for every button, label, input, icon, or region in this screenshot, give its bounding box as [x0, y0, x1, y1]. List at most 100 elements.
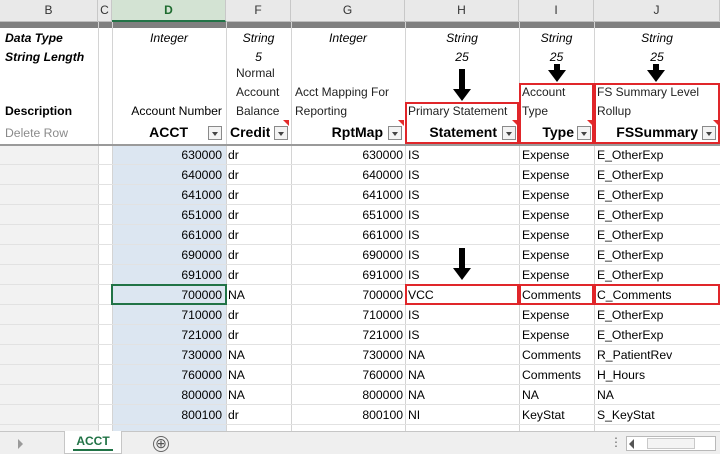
- credit-cell[interactable]: dr: [228, 205, 288, 225]
- acct-cell[interactable]: 630000: [112, 145, 222, 165]
- fssummary-cell[interactable]: E_OtherExp: [597, 265, 717, 285]
- rptmap-cell[interactable]: 760000: [291, 365, 403, 385]
- statement-cell[interactable]: NA: [408, 365, 516, 385]
- type-cell[interactable]: KeyStat: [522, 405, 592, 425]
- column-header-c[interactable]: C: [98, 0, 112, 22]
- tab-scroll-left-icon[interactable]: [18, 439, 23, 449]
- rptmap-cell[interactable]: 700000: [291, 285, 403, 305]
- fssummary-cell[interactable]: E_OtherExp: [597, 245, 717, 265]
- fssummary-cell[interactable]: S_KeyStat: [597, 405, 717, 425]
- acct-cell[interactable]: 640000: [112, 165, 222, 185]
- rptmap-cell[interactable]: 721000: [291, 325, 403, 345]
- column-header-d[interactable]: D: [112, 0, 226, 22]
- rptmap-cell[interactable]: 640000: [291, 165, 403, 185]
- credit-cell[interactable]: dr: [228, 245, 288, 265]
- credit-cell[interactable]: dr: [228, 225, 288, 245]
- statement-cell[interactable]: IS: [408, 305, 516, 325]
- column-header-g[interactable]: G: [291, 0, 405, 22]
- rptmap-filter-dropdown-icon[interactable]: [388, 126, 402, 140]
- scroll-left-icon[interactable]: [629, 439, 634, 449]
- credit-cell[interactable]: dr: [228, 165, 288, 185]
- statement-cell[interactable]: NI: [408, 405, 516, 425]
- acct-cell[interactable]: 730000: [112, 345, 222, 365]
- rptmap-cell[interactable]: 730000: [291, 345, 403, 365]
- statement-cell[interactable]: NA: [408, 345, 516, 365]
- type-cell[interactable]: Expense: [522, 185, 592, 205]
- credit-cell[interactable]: NA: [228, 385, 288, 405]
- credit-cell[interactable]: dr: [228, 265, 288, 285]
- type-cell[interactable]: Expense: [522, 165, 592, 185]
- statement-cell[interactable]: IS: [408, 225, 516, 245]
- fssummary-cell[interactable]: E_OtherExp: [597, 305, 717, 325]
- more-options-icon[interactable]: ⋮: [610, 435, 622, 449]
- type-cell[interactable]: Comments: [522, 365, 592, 385]
- rptmap-cell[interactable]: 630000: [291, 145, 403, 165]
- fssummary-cell[interactable]: E_OtherExp: [597, 165, 717, 185]
- type-cell[interactable]: NA: [522, 385, 592, 405]
- acct-cell[interactable]: 651000: [112, 205, 222, 225]
- fssummary-cell[interactable]: E_OtherExp: [597, 185, 717, 205]
- rptmap-cell[interactable]: 800100: [291, 405, 403, 425]
- column-header-f[interactable]: F: [226, 0, 291, 22]
- rptmap-cell[interactable]: 710000: [291, 305, 403, 325]
- acct-cell[interactable]: 721000: [112, 325, 222, 345]
- rptmap-cell[interactable]: 691000: [291, 265, 403, 285]
- acct-filter-dropdown-icon[interactable]: [208, 126, 222, 140]
- column-header-i[interactable]: I: [519, 0, 594, 22]
- acct-cell[interactable]: 800000: [112, 385, 222, 405]
- rptmap-cell[interactable]: 651000: [291, 205, 403, 225]
- type-cell[interactable]: Expense: [522, 225, 592, 245]
- acct-cell[interactable]: 760000: [112, 365, 222, 385]
- fssummary-cell[interactable]: H_Hours: [597, 365, 717, 385]
- rptmap-cell[interactable]: 661000: [291, 225, 403, 245]
- column-header-b[interactable]: B: [0, 0, 98, 22]
- credit-cell[interactable]: NA: [228, 345, 288, 365]
- type-cell[interactable]: Expense: [522, 325, 592, 345]
- delete-row-button[interactable]: Delete Row: [5, 123, 68, 143]
- acct-cell[interactable]: 690000: [112, 245, 222, 265]
- type-cell[interactable]: Expense: [522, 205, 592, 225]
- rptmap-cell[interactable]: 690000: [291, 245, 403, 265]
- statement-cell[interactable]: IS: [408, 165, 516, 185]
- data-type-label: Data Type: [5, 31, 63, 45]
- fssummary-cell[interactable]: E_OtherExp: [597, 145, 717, 165]
- add-sheet-icon[interactable]: ⊕: [153, 436, 169, 452]
- fssummary-cell[interactable]: NA: [597, 385, 717, 405]
- fssummary-cell[interactable]: R_PatientRev: [597, 345, 717, 365]
- type-cell[interactable]: Expense: [522, 305, 592, 325]
- horizontal-scrollbar[interactable]: [626, 436, 716, 451]
- scrollbar-thumb[interactable]: [647, 438, 695, 449]
- credit-cell[interactable]: dr: [228, 405, 288, 425]
- credit-cell[interactable]: NA: [228, 285, 288, 305]
- fssummary-cell[interactable]: E_OtherExp: [597, 205, 717, 225]
- statement-cell[interactable]: IS: [408, 205, 516, 225]
- credit-cell[interactable]: dr: [228, 325, 288, 345]
- statement-cell[interactable]: NA: [408, 385, 516, 405]
- acct-cell[interactable]: 641000: [112, 185, 222, 205]
- acct-cell[interactable]: 710000: [112, 305, 222, 325]
- rptmap-cell[interactable]: 641000: [291, 185, 403, 205]
- credit-cell[interactable]: dr: [228, 185, 288, 205]
- spreadsheet-grid[interactable]: B C D F G H I J Data Type String Length …: [0, 0, 720, 431]
- credit-cell[interactable]: dr: [228, 305, 288, 325]
- type-cell[interactable]: Expense: [522, 265, 592, 285]
- column-header-h[interactable]: H: [405, 0, 519, 22]
- statement-cell[interactable]: IS: [408, 185, 516, 205]
- type-cell[interactable]: Expense: [522, 245, 592, 265]
- credit-cell[interactable]: dr: [228, 145, 288, 165]
- sheet-tab-acct[interactable]: ACCT: [64, 431, 122, 454]
- fssummary-cell[interactable]: E_OtherExp: [597, 225, 717, 245]
- statement-cell[interactable]: IS: [408, 325, 516, 345]
- acct-cell[interactable]: 691000: [112, 265, 222, 285]
- fssummary-cell[interactable]: E_OtherExp: [597, 325, 717, 345]
- type-cell[interactable]: Comments: [522, 345, 592, 365]
- selected-cell[interactable]: [111, 284, 227, 305]
- acct-cell[interactable]: 800100: [112, 405, 222, 425]
- credit-filter-dropdown-icon[interactable]: [274, 126, 288, 140]
- credit-cell[interactable]: NA: [228, 365, 288, 385]
- statement-cell[interactable]: IS: [408, 145, 516, 165]
- column-header-j[interactable]: J: [594, 0, 720, 22]
- type-cell[interactable]: Expense: [522, 145, 592, 165]
- rptmap-cell[interactable]: 800000: [291, 385, 403, 405]
- acct-cell[interactable]: 661000: [112, 225, 222, 245]
